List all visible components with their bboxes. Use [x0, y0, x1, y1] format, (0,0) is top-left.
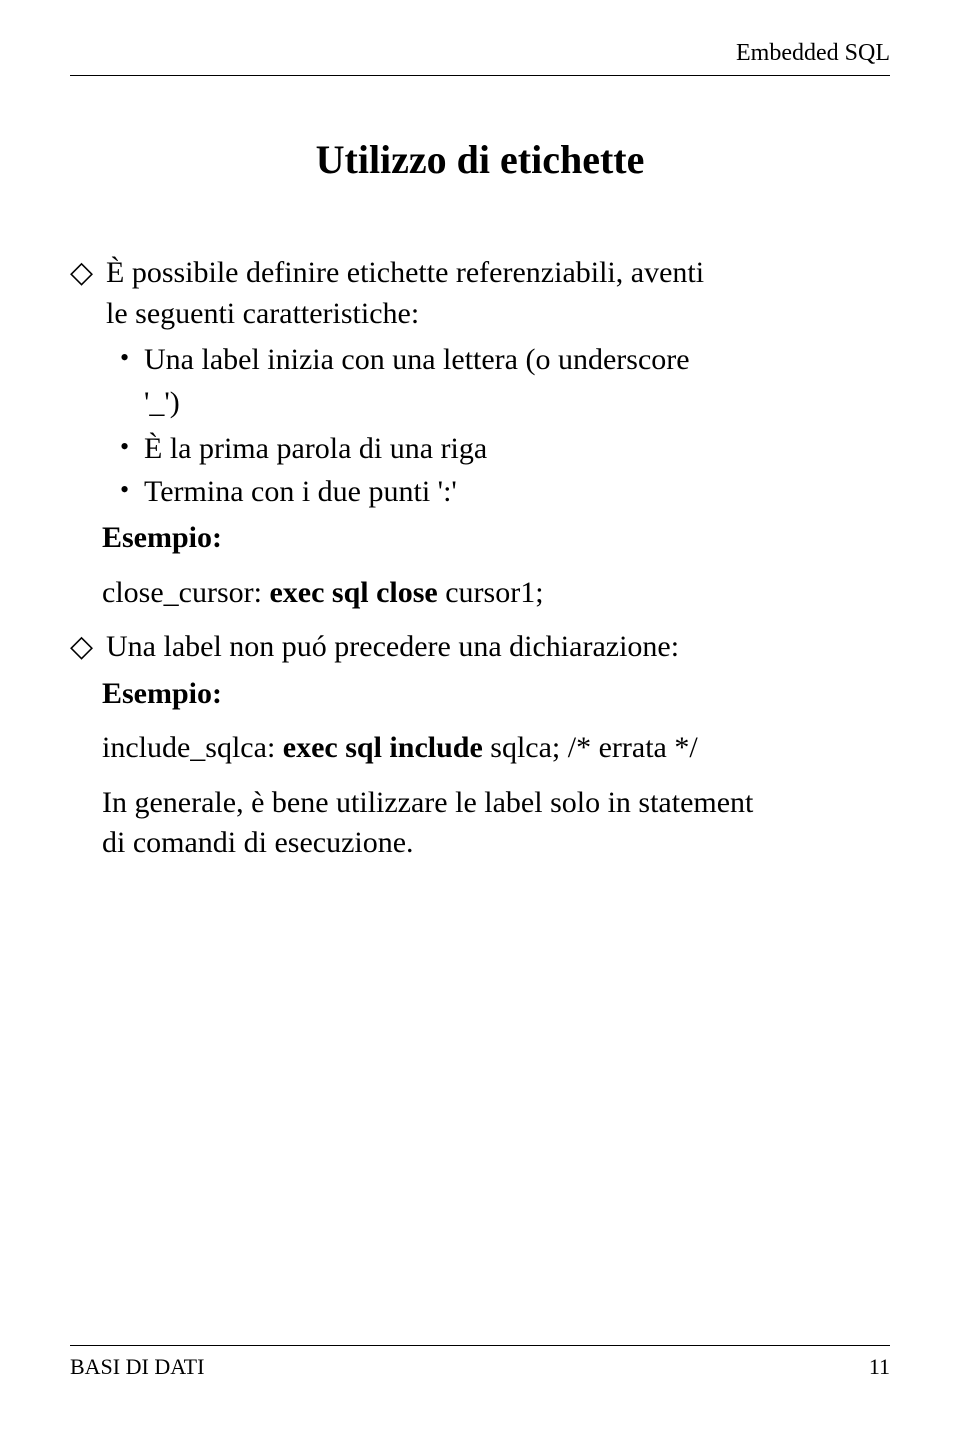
footer: BASI DI DATI 11 [70, 1345, 890, 1380]
bullet-text-1b: '_') [144, 383, 890, 424]
example-label-1: Esempio: [102, 518, 890, 559]
code-part-1b: exec sql close [269, 576, 437, 609]
bullet-text-1a: Una label inizia con una lettera (o unde… [144, 340, 890, 381]
bullet-list-1: • Una label inizia con una lettera (o un… [120, 340, 890, 512]
main-content: ◇ È possibile definire etichette referen… [70, 253, 890, 864]
page-title: Utilizzo di etichette [70, 136, 890, 183]
code-part-2b: exec sql include [283, 731, 483, 764]
intro-line-b: le seguenti caratteristiche: [106, 294, 890, 335]
code-part-1a: close_cursor: [102, 576, 269, 609]
code-part-2c: sqlca; /* errata */ [483, 731, 698, 764]
closing-text-b: di comandi di esecuzione. [102, 823, 890, 864]
closing-text-a: In generale, è bene utilizzare le label … [102, 783, 890, 824]
footer-left: BASI DI DATI [70, 1354, 204, 1380]
intro-line-a: È possibile definire etichette referenzi… [106, 253, 890, 294]
diamond-item-1: ◇ È possibile definire etichette referen… [70, 253, 890, 294]
code-part-2a: include_sqlca: [102, 731, 283, 764]
bullet-icon: • [120, 429, 144, 465]
bullet-text-3: Termina con i due punti ':' [144, 472, 890, 513]
bullet-item-3: • Termina con i due punti ':' [120, 472, 890, 513]
running-title: Embedded SQL [736, 40, 890, 66]
diamond-icon: ◇ [70, 627, 106, 668]
diamond-item-2: ◇ Una label non puó precedere una dichia… [70, 627, 890, 668]
running-header: Embedded SQL [70, 40, 890, 76]
footer-right: 11 [869, 1354, 890, 1380]
bullet-icon: • [120, 340, 144, 376]
code-part-1c: cursor1; [438, 576, 544, 609]
bullet-text-2: È la prima parola di una riga [144, 429, 890, 470]
example-code-2: include_sqlca: exec sql include sqlca; /… [102, 728, 890, 769]
intro2: Una label non puó precedere una dichiara… [106, 627, 890, 668]
bullet-item-1: • Una label inizia con una lettera (o un… [120, 340, 890, 381]
example-label-2: Esempio: [102, 674, 890, 715]
example-code-1: close_cursor: exec sql close cursor1; [102, 573, 890, 614]
bullet-item-2: • È la prima parola di una riga [120, 429, 890, 470]
bullet-icon: • [120, 472, 144, 508]
diamond-icon: ◇ [70, 253, 106, 294]
